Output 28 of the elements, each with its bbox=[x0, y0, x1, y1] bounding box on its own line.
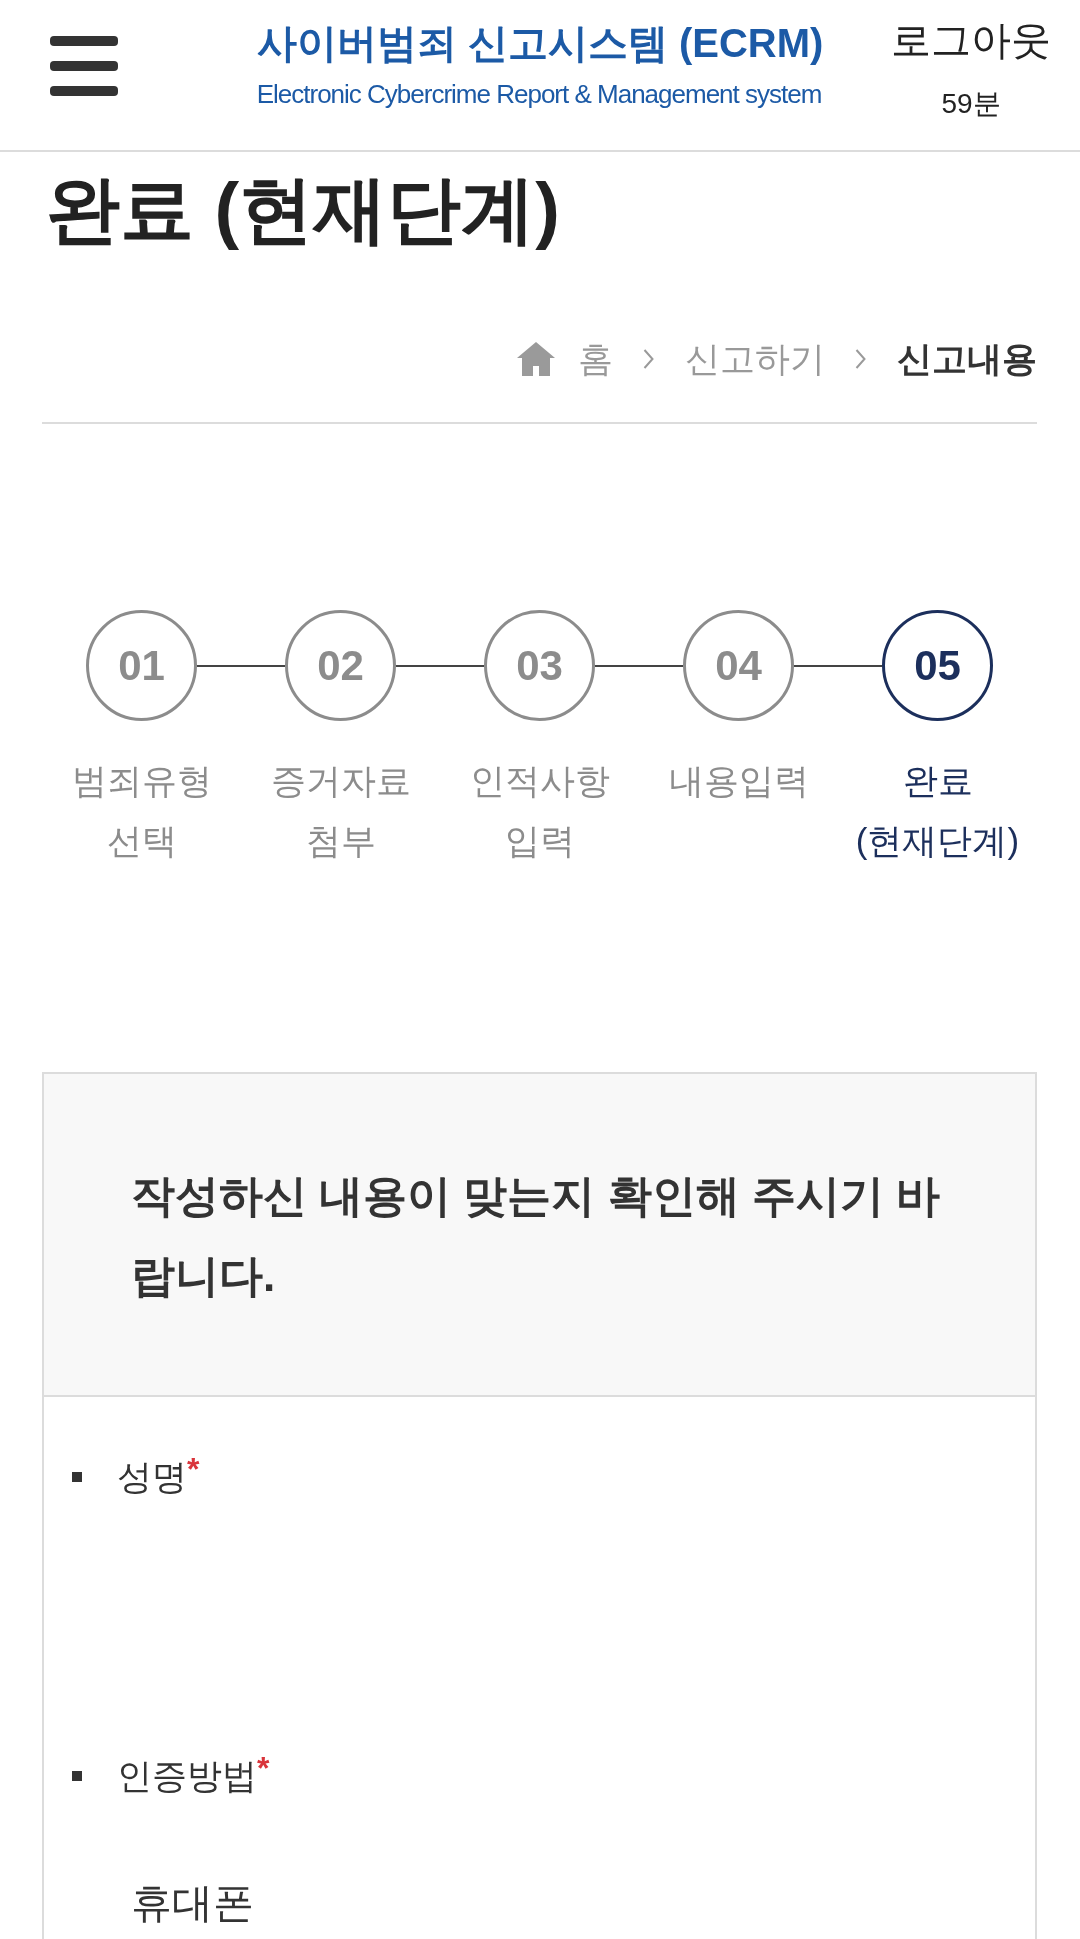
site-subtitle: Electronic Cybercrime Report & Management system bbox=[256, 78, 822, 111]
step-circle: 02 bbox=[285, 610, 396, 721]
step-circle: 04 bbox=[683, 610, 794, 721]
step-label: 인적사항 입력 bbox=[468, 760, 611, 862]
chevron-right-icon bbox=[643, 349, 654, 369]
notice-text: 작성하신 내용이 맞는지 확인해 주시기 바랍니다. bbox=[131, 1170, 941, 1302]
step-circle: 03 bbox=[484, 610, 595, 721]
step-label: 완료 (현재단계) bbox=[854, 760, 1021, 862]
step-circle: 05 bbox=[882, 610, 993, 721]
menu-icon[interactable] bbox=[50, 36, 118, 96]
step-circle: 01 bbox=[86, 610, 197, 721]
page-title: 완료 (현재단계) bbox=[46, 167, 561, 253]
home-icon bbox=[517, 342, 555, 376]
step-label: 증거자료 첨부 bbox=[269, 760, 412, 862]
step-label: 범죄유형 선택 bbox=[70, 760, 213, 862]
logout-link[interactable]: 로그아웃 bbox=[891, 15, 1051, 65]
step-label: 내용입력 bbox=[668, 760, 809, 802]
breadcrumb-current: 신고내용 bbox=[897, 337, 1037, 380]
chevron-right-icon bbox=[855, 349, 866, 369]
required-mark: * bbox=[257, 1752, 270, 1784]
square-bullet-icon bbox=[72, 1472, 82, 1482]
session-timer: 59분 bbox=[941, 87, 1001, 121]
field-label: 성명 bbox=[117, 1456, 187, 1498]
field-label: 인증방법 bbox=[117, 1755, 257, 1797]
square-bullet-icon bbox=[72, 1771, 82, 1781]
required-mark: * bbox=[187, 1453, 200, 1485]
field-value: 휴대폰 bbox=[131, 1879, 254, 1928]
site-title[interactable]: 사이버범죄 신고시스템 (ECRM) bbox=[256, 17, 824, 69]
